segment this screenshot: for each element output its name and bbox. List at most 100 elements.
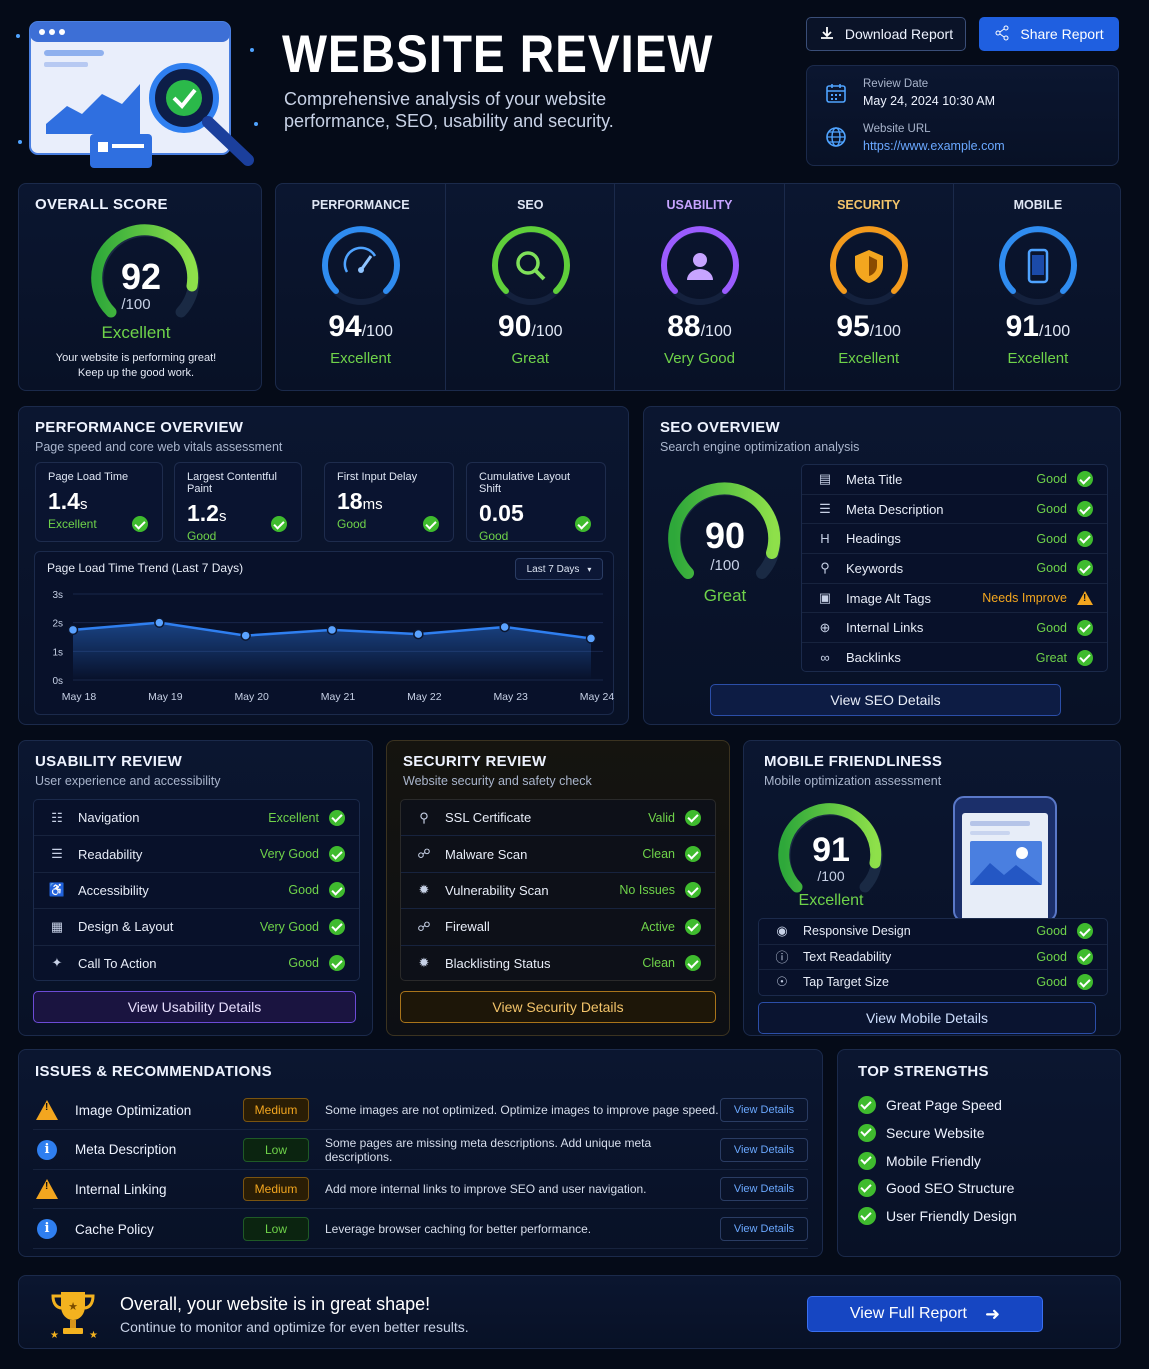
check-icon [1077,974,1093,991]
check-icon [1077,649,1093,666]
trend-chart-box: Page Load Time Trend (Last 7 Days) Last … [34,551,614,715]
trend-point[interactable] [413,628,424,640]
shield-check-icon: ☍ [417,846,431,862]
category-score-performance[interactable]: PERFORMANCE 94/100 Excellent [276,184,445,390]
category-score-max: /100 [869,323,901,340]
checklist-label: Backlinks [846,650,901,666]
security-details-label: View Security Details [492,999,624,1015]
security-review-card: SECURITY REVIEW Website security and saf… [386,740,730,1036]
checklist-row[interactable]: ⚲ SSL Certificate Valid [401,800,715,837]
category-name: PERFORMANCE [311,198,410,212]
metric-label: First Input Delay [337,471,418,483]
usability-details-label: View Usability Details [127,999,262,1015]
trend-point[interactable] [499,621,510,633]
issue-row: i Cache Policy Low Leverage browser cach… [33,1210,808,1250]
issues-card: ISSUES & RECOMMENDATIONS Image Optimizat… [18,1049,823,1257]
metric-value: 1.4s [48,488,150,515]
checklist-row[interactable]: ⚲ Keywords Good [802,554,1107,584]
check-icon [858,1179,876,1198]
review-date-label: Review Date [863,78,929,90]
review-date: May 24, 2024 10:30 AM [863,94,996,108]
view-seo-details-button[interactable]: View SEO Details [710,684,1061,716]
checklist-row[interactable]: ▣ Image Alt Tags Needs Improve [802,584,1107,614]
globe-icon [825,126,847,153]
checklist-row[interactable]: ☍ Firewall Active [401,909,715,946]
metric-unit: s [218,508,227,525]
view-security-details-button[interactable]: View Security Details [400,991,716,1023]
view-mobile-details-button[interactable]: View Mobile Details [758,1002,1096,1034]
category-score-security[interactable]: SECURITY 95/100 Excellent [783,184,953,390]
security-subtitle: Website security and safety check [403,774,592,788]
checklist-row[interactable]: ☍ Malware Scan Clean [401,836,715,873]
view-details-button[interactable]: View Details [720,1137,808,1162]
issue-row: i Meta Description Low Some pages are mi… [33,1131,808,1170]
category-rating: Excellent [1007,350,1069,367]
check-icon [685,809,701,826]
view-details-button[interactable]: View Details [720,1098,808,1122]
share-icon [994,25,1010,44]
share-report-button[interactable]: Share Report [979,17,1119,51]
checklist-row[interactable]: ✦ Call To Action Good [34,946,359,980]
checklist-row[interactable]: H Headings Good [802,524,1107,555]
checklist-row[interactable]: ✹ Blacklisting Status Clean [401,946,715,980]
check-icon [329,846,345,863]
text-icon: ⓘ [775,950,789,966]
strength-item: Secure Website [858,1123,985,1142]
check-icon [858,1151,876,1170]
checklist-row[interactable]: ☰ Meta Description Good [802,495,1107,525]
issue-icon-wrap: i [29,1139,65,1160]
overall-score-max: /100 [121,296,151,313]
category-gauge [321,226,400,305]
check-icon [575,516,591,532]
checklist-row[interactable]: ▤ Meta Title Good [802,465,1107,495]
website-url-link[interactable]: https://www.example.com [863,139,1005,153]
checklist-row[interactable]: ▦ Design & Layout Very Good [34,909,359,946]
x-tick-label: May 21 [321,691,356,703]
category-score-mobile[interactable]: MOBILE 91/100 Excellent [952,184,1122,390]
magnifier-icon [516,251,546,281]
check-icon [685,955,701,972]
subtitle-line: performance, SEO, usability and security… [284,111,614,131]
category-score-usability[interactable]: USABILITY 88/100 Very Good [614,184,783,390]
checklist-row[interactable]: ✹ Vulnerability Scan No Issues [401,873,715,910]
strength-item: Mobile Friendly [858,1151,981,1170]
checklist-row[interactable]: ☉ Tap Target Size Good [759,970,1107,995]
download-icon [819,25,835,44]
category-score: 88/100 [615,310,783,344]
category-score-seo[interactable]: SEO 90/100 Great [445,184,614,390]
checklist-label: Responsive Design [803,924,911,939]
checklist-row[interactable]: ♿ Accessibility Good [34,873,359,910]
x-tick-label: May 19 [148,691,183,703]
issue-icon-wrap [29,1179,65,1200]
strengths-card: TOP STRENGTHS Great Page Speed Secure Web… [837,1049,1121,1257]
checklist-status: Good [288,956,319,971]
download-report-button[interactable]: Download Report [806,17,966,51]
trend-point[interactable] [154,617,165,628]
checklist-label: Tap Target Size [803,975,889,990]
checklist-row[interactable]: ∞ Backlinks Great [802,643,1107,671]
trend-point[interactable] [67,624,79,636]
summary-banner: ★ ★ ★ Overall, your website is in great … [18,1275,1121,1349]
view-usability-details-button[interactable]: View Usability Details [33,991,356,1023]
checklist-row[interactable]: ◉ Responsive Design Good [759,919,1107,945]
trend-point[interactable] [326,624,338,636]
checklist-row[interactable]: ⓘ Text Readability Good [759,945,1107,970]
phone-icon [1028,248,1049,284]
checklist-row[interactable]: ☰ Readability Very Good [34,836,359,873]
issue-row: Image Optimization Medium Some images ar… [33,1091,808,1130]
checklist-row[interactable]: ⊕ Internal Links Good [802,614,1107,644]
checklist-row[interactable]: ☷ Navigation Excellent [34,800,359,837]
category-rating: Excellent [330,350,392,367]
checklist-status: Clean [642,847,675,862]
trend-point[interactable] [585,633,597,644]
issue-description: Add more internal links to improve SEO a… [325,1182,647,1197]
y-tick-label: 0s [52,676,63,687]
category-score-max: /100 [700,323,732,340]
view-details-button[interactable]: View Details [720,1177,808,1202]
trend-point[interactable] [240,630,251,641]
view-full-report-button[interactable]: View Full Report ➜ [807,1296,1043,1332]
overall-score-rating: Excellent [101,323,171,342]
y-tick-label: 1s [52,647,63,658]
view-details-button[interactable]: View Details [720,1217,808,1242]
category-gauge [491,226,570,305]
